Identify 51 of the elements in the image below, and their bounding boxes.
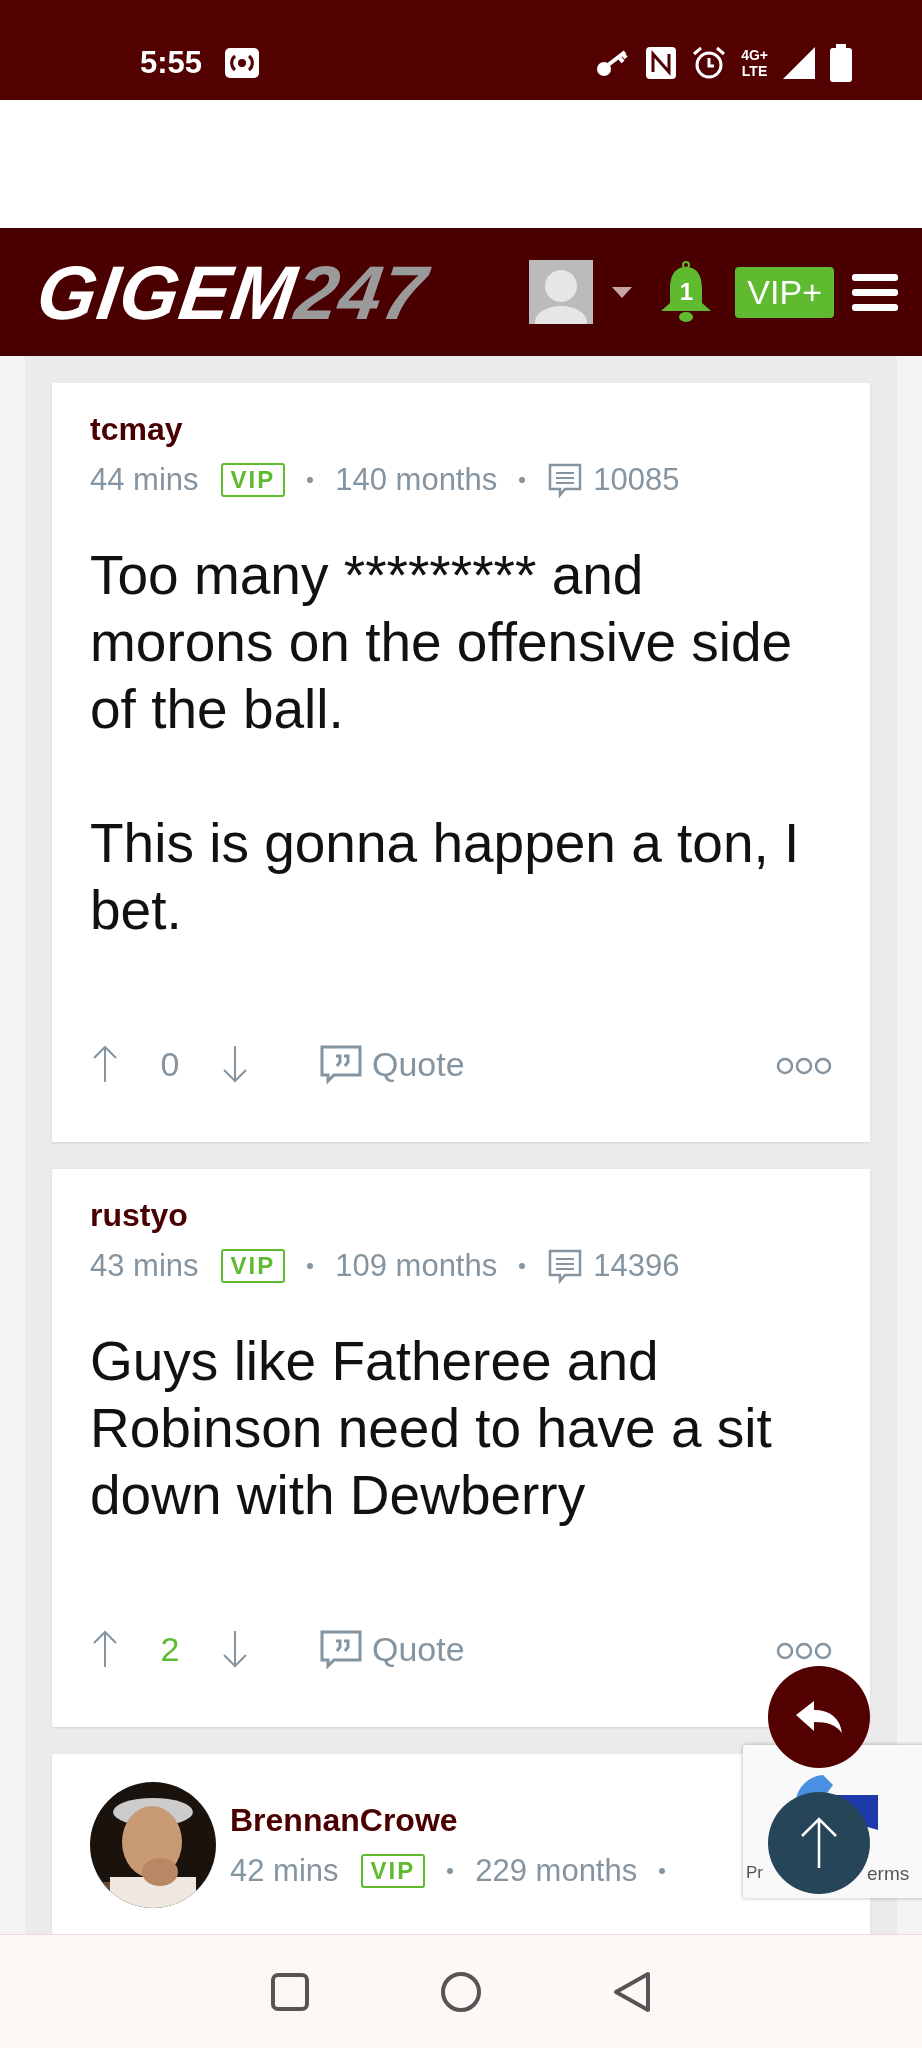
site-logo[interactable]: GIGEM247 (31, 248, 433, 336)
quote-icon (320, 1629, 362, 1669)
username[interactable]: BrennanCrowe (230, 1801, 666, 1839)
post-count: 10085 (593, 462, 680, 498)
comment-icon (547, 462, 584, 498)
separator-dot (519, 1263, 526, 1269)
post-time: 43 mins (90, 1248, 199, 1284)
vote-score: 2 (159, 1629, 181, 1669)
separator-dot (307, 1263, 314, 1269)
member-tenure: 229 months (475, 1852, 638, 1889)
broadcast-icon (224, 47, 261, 79)
nfc-icon (645, 46, 678, 80)
menu-icon[interactable] (852, 272, 898, 312)
reply-arrow-icon (794, 1699, 844, 1735)
post-time: 42 mins (230, 1852, 339, 1889)
clock: 5:55 (140, 45, 203, 81)
post-time: 44 mins (90, 462, 199, 498)
battery-icon (830, 44, 852, 82)
vote-score: 0 (159, 1044, 181, 1084)
vip-badge: VIP (360, 1853, 426, 1888)
back-triangle-icon[interactable] (612, 1970, 652, 2013)
more-icon[interactable] (776, 1055, 832, 1076)
downvote-icon[interactable] (220, 1629, 250, 1669)
separator-dot (307, 477, 314, 483)
vip-badge: VIP (220, 463, 286, 497)
network-label: LTE (741, 63, 768, 79)
recaptcha-link[interactable]: Pr (746, 1863, 763, 1883)
member-tenure: 140 months (335, 462, 498, 498)
post-text: Guys like Fatheree and Robinson need to have a sit down with Dewberry (90, 1329, 773, 1528)
alarm-icon (691, 45, 728, 81)
caret-icon[interactable] (611, 285, 634, 299)
separator-dot (519, 477, 526, 483)
square-icon[interactable] (270, 1971, 310, 2012)
username[interactable]: tcmay (90, 411, 680, 448)
arrow-up-icon (799, 1816, 839, 1870)
post-text: Too many ********* and morons on the offensive side of the ball. This is gonna happen a ton, I bet. (90, 543, 801, 943)
separator-dot (659, 1867, 666, 1874)
comment-icon (547, 1248, 584, 1284)
member-tenure: 109 months (335, 1248, 498, 1284)
recaptcha-link[interactable]: erms (867, 1863, 910, 1885)
network-label: 4G+ (741, 47, 768, 63)
post-count: 14396 (593, 1248, 680, 1284)
signal-icon (782, 46, 816, 80)
notification-count: 1 (678, 278, 694, 306)
quote-icon (320, 1044, 362, 1084)
downvote-icon[interactable] (220, 1044, 250, 1084)
more-icon[interactable] (776, 1640, 832, 1661)
username[interactable]: rustyo (90, 1197, 680, 1234)
home-circle-icon[interactable] (440, 1970, 482, 2013)
separator-dot (447, 1867, 454, 1874)
vip-badge: VIP (220, 1249, 286, 1283)
